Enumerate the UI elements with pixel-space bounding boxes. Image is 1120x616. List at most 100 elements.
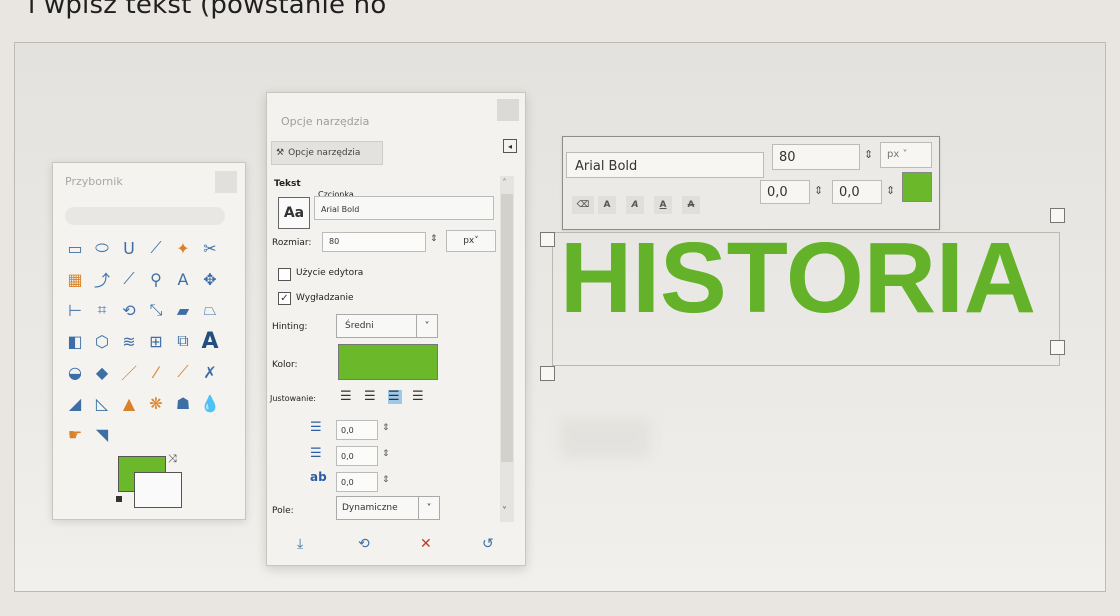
warp-icon[interactable]: ≋: [116, 328, 142, 354]
heal-icon[interactable]: ❋: [143, 390, 169, 416]
scroll-down-icon[interactable]: ˅: [502, 506, 507, 517]
scale-icon[interactable]: ⤡: [143, 297, 169, 323]
blur-icon[interactable]: 💧: [197, 390, 223, 416]
reset-options-icon[interactable]: ↺: [482, 536, 494, 552]
mypaint-brush-icon[interactable]: ◺: [89, 390, 115, 416]
tab-tool-options[interactable]: ⚒ Opcje narzędzia: [271, 141, 383, 165]
justify-fill-icon[interactable]: ☰: [412, 390, 426, 404]
reset-colors-icon[interactable]: [116, 496, 122, 502]
antialias-checkbox[interactable]: ✓: [278, 292, 291, 305]
clone-icon[interactable]: ▲: [116, 390, 142, 416]
free-select-icon[interactable]: ᑌ: [116, 235, 142, 261]
indent-stepper[interactable]: ⇕: [382, 423, 390, 433]
justify-left-icon[interactable]: ☰: [340, 390, 354, 404]
letter-spacing-input[interactable]: 0,0: [336, 472, 378, 492]
rotate-icon[interactable]: ⟲: [116, 297, 142, 323]
handle-transform-icon[interactable]: ⧉: [170, 328, 196, 354]
kerning-input[interactable]: 0,0: [832, 180, 882, 204]
ink-icon[interactable]: ◢: [62, 390, 88, 416]
scrollbar-thumb[interactable]: [501, 194, 513, 462]
tab-label: Opcje narzędzia: [288, 148, 361, 158]
font-input[interactable]: Arial Bold: [314, 196, 494, 220]
chevron-down-icon: ˅: [416, 315, 437, 337]
tools-grid: ▭ ⬭ ᑌ ⟋ ✦ ✂ ▦ ⤴ ⟋ ⚲ A ✥ ⊢ ⌗ ⟲ ⤡ ▰ ⏢ ◧ ⬡ …: [62, 235, 230, 447]
justify-right-icon[interactable]: ☰: [364, 390, 378, 404]
resize-handle-bottom-right[interactable]: [1050, 340, 1065, 355]
line-spacing-stepper[interactable]: ⇕: [382, 449, 390, 459]
box-mode-select[interactable]: Dynamiczne ˅: [336, 496, 440, 520]
perspective-icon[interactable]: ⏢: [197, 297, 223, 323]
measure-icon[interactable]: A: [170, 266, 196, 292]
line-spacing-input[interactable]: 0,0: [336, 446, 378, 466]
eraser-icon[interactable]: ⟋: [170, 359, 196, 385]
toolbox-menu-button[interactable]: [215, 171, 237, 193]
box-mode-value: Dynamiczne: [342, 503, 398, 513]
resize-handle-bottom-left[interactable]: [540, 366, 555, 381]
use-editor-label: Użycie edytora: [296, 268, 364, 278]
color-picker-icon[interactable]: ⟋: [116, 266, 142, 292]
perspective-clone-icon[interactable]: ☗: [170, 390, 196, 416]
move-icon[interactable]: ✥: [197, 266, 223, 292]
resize-handle-top-left[interactable]: [540, 232, 555, 247]
canvas-color-button[interactable]: [902, 172, 932, 202]
foreground-select-icon[interactable]: ▦: [62, 266, 88, 292]
dodge-burn-icon[interactable]: ◥: [89, 421, 115, 447]
canvas-size-stepper[interactable]: ⇕: [864, 148, 873, 161]
flip-icon[interactable]: ◧: [62, 328, 88, 354]
resize-handle-top-right[interactable]: [1050, 208, 1065, 223]
zoom-icon[interactable]: ⚲: [143, 266, 169, 292]
scroll-up-icon[interactable]: ˄: [502, 178, 507, 189]
swap-colors-icon[interactable]: ⤨: [168, 452, 177, 466]
size-input[interactable]: 80: [322, 232, 426, 252]
kerning-stepper[interactable]: ⇕: [886, 184, 895, 197]
paintbrush-icon[interactable]: ⁄: [143, 359, 169, 385]
size-label: Rozmiar:: [272, 238, 312, 248]
delete-options-icon[interactable]: ✕: [420, 536, 432, 552]
text-color-button[interactable]: [338, 344, 438, 380]
justify-center-icon[interactable]: ☰: [388, 390, 402, 404]
tab-menu-icon[interactable]: ◂: [503, 139, 517, 153]
size-stepper[interactable]: ⇕: [430, 234, 438, 244]
pencil-icon[interactable]: ／: [116, 359, 142, 385]
smudge-icon[interactable]: ☛: [62, 421, 88, 447]
shear-icon[interactable]: ▰: [170, 297, 196, 323]
bucket-fill-icon[interactable]: ◒: [62, 359, 88, 385]
crop-icon[interactable]: ⌗: [89, 297, 115, 323]
hinting-value: Średni: [345, 321, 374, 331]
save-options-icon[interactable]: ⤓: [297, 536, 303, 552]
size-unit-select[interactable]: px ˅: [446, 230, 496, 252]
gradient-icon[interactable]: ◆: [89, 359, 115, 385]
align-icon[interactable]: ⊢: [62, 297, 88, 323]
baseline-input[interactable]: 0,0: [760, 180, 810, 204]
airbrush-icon[interactable]: ✗: [197, 359, 223, 385]
canvas-font-input[interactable]: Arial Bold: [566, 152, 764, 178]
use-editor-checkbox[interactable]: [278, 268, 291, 281]
cage-icon[interactable]: ⬡: [89, 328, 115, 354]
antialias-label: Wygładzanie: [296, 293, 354, 303]
canvas-unit-select[interactable]: px ˅: [880, 142, 932, 168]
letter-spacing-stepper[interactable]: ⇕: [382, 475, 390, 485]
font-preview-button[interactable]: Aa: [278, 197, 310, 229]
rect-select-icon[interactable]: ▭: [62, 235, 88, 261]
color-select-icon[interactable]: ✦: [170, 235, 196, 261]
italic-button[interactable]: A: [626, 196, 644, 214]
chevron-down-icon: ˅: [418, 497, 439, 519]
unified-transform-icon[interactable]: ⊞: [143, 328, 169, 354]
scissors-icon[interactable]: ✂: [197, 235, 223, 261]
hinting-select[interactable]: Średni ˅: [336, 314, 438, 338]
underline-button[interactable]: A: [654, 196, 672, 214]
canvas-size-input[interactable]: 80: [772, 144, 860, 170]
text-tool-icon[interactable]: A: [197, 328, 223, 354]
toolbox-title: Przybornik: [65, 175, 123, 188]
ellipse-select-icon[interactable]: ⬭: [89, 235, 115, 261]
bold-button[interactable]: A: [598, 196, 616, 214]
clear-style-icon[interactable]: ⌫: [572, 196, 594, 214]
paths-icon[interactable]: ⤴: [89, 266, 115, 292]
baseline-stepper[interactable]: ⇕: [814, 184, 823, 197]
strikethrough-button[interactable]: A: [682, 196, 700, 214]
indent-input[interactable]: 0,0: [336, 420, 378, 440]
background-color-swatch[interactable]: [134, 472, 182, 508]
restore-options-icon[interactable]: ⟲: [358, 536, 370, 552]
fuzzy-select-icon[interactable]: ⟋: [143, 235, 169, 261]
dock-menu-button[interactable]: [497, 99, 519, 121]
